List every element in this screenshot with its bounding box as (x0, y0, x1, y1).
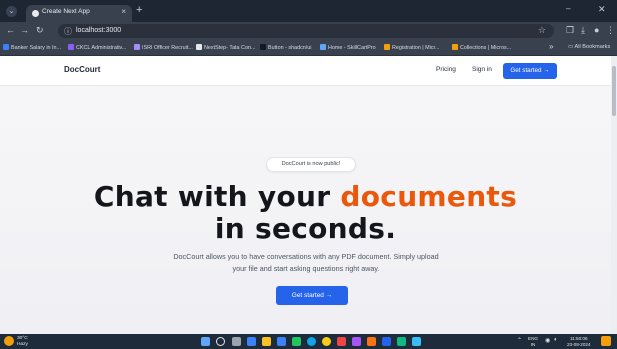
weather-icon[interactable] (4, 336, 14, 346)
start-windows-icon[interactable] (201, 337, 210, 346)
bookmark-favicon-icon (3, 44, 9, 50)
announcement-badge: DocCourt is now public! (266, 157, 356, 172)
window-close-icon[interactable]: ✕ (598, 4, 606, 15)
weather-widget[interactable]: 30°C Hazy (17, 336, 28, 347)
bookmark-item[interactable]: NextStep- Tata Con... (196, 44, 255, 51)
weather-temp: 30°C (17, 336, 28, 341)
bookmark-favicon-icon (134, 44, 140, 50)
tab-title: Create Next App (42, 8, 90, 15)
bookmark-favicon-icon (452, 44, 458, 50)
nav-pricing-link[interactable]: Pricing (436, 66, 456, 73)
bookmark-star-icon[interactable]: ☆ (538, 25, 546, 36)
back-icon[interactable]: ← (6, 25, 15, 35)
reload-icon[interactable]: ↻ (36, 25, 44, 36)
clock-date: 23-08-2024 (567, 341, 591, 347)
nav-get-started-button[interactable]: Get started → (503, 63, 557, 79)
store-icon[interactable] (277, 337, 286, 346)
clock[interactable]: 11:50:06 23-08-2024 (567, 336, 591, 347)
volume-icon[interactable]: ◐ (554, 337, 558, 343)
bookmark-label: Banker Salary in In... (11, 45, 62, 51)
bookmark-item[interactable]: Home - SkillCartPro (320, 44, 376, 51)
app-icon-green[interactable] (292, 337, 301, 346)
browser-tab[interactable]: Create Next App × (26, 5, 132, 22)
app-icon-purple[interactable] (352, 337, 361, 346)
all-bookmarks-label: All Bookmarks (574, 44, 611, 50)
app-icon-teal[interactable] (397, 337, 406, 346)
tab-close-icon[interactable]: × (121, 7, 126, 16)
profile-icon[interactable]: ● (594, 25, 599, 35)
bookmark-label: Button - shadcn/ui (268, 45, 312, 51)
new-tab-button[interactable]: + (136, 4, 142, 16)
bookmark-item[interactable]: ISRI Officer Recruit... (134, 44, 193, 51)
bookmark-item[interactable]: Button - shadcn/ui (260, 44, 311, 51)
minimize-icon[interactable]: – (566, 4, 570, 13)
scrollbar-thumb[interactable] (612, 66, 616, 116)
bookmark-favicon-icon (384, 44, 390, 50)
vscode-icon[interactable] (412, 337, 421, 346)
site-info-icon[interactable]: ⓘ (64, 26, 72, 37)
chrome-icon[interactable] (322, 337, 331, 346)
bookmark-item[interactable]: Collections | Micros... (452, 44, 511, 51)
language-bottom: IN (530, 341, 536, 347)
browser-tab-strip: ⌄ Create Next App × + – ✕ (0, 0, 617, 22)
bookmark-item[interactable]: CKCL Administrativ... (68, 44, 126, 51)
forward-icon[interactable]: → (20, 25, 29, 35)
brand-logo[interactable]: DocCourt (64, 65, 100, 74)
app-icon-blue[interactable] (382, 337, 391, 346)
headline-part1: Chat with your (93, 180, 341, 213)
headline-part2: in seconds. (214, 212, 397, 245)
extensions-icon[interactable]: ❐ (566, 25, 574, 36)
edge-icon[interactable] (307, 337, 316, 346)
bookmark-favicon-icon (320, 44, 326, 50)
address-bar[interactable]: ⓘ localhost:3000 ☆ (58, 24, 554, 38)
bookmark-favicon-icon (196, 44, 202, 50)
bookmark-label: Collections | Micros... (460, 45, 512, 51)
bookmark-label: Home - SkillCartPro (328, 45, 376, 51)
web-page: DocCourt Pricing Sign in Get started → D… (0, 56, 617, 334)
app-icon-red[interactable] (337, 337, 346, 346)
download-icon[interactable]: ⤓ (581, 25, 585, 36)
address-url[interactable]: localhost:3000 (76, 27, 121, 34)
bookmark-favicon-icon (260, 44, 266, 50)
os-taskbar: 30°C Hazy ⌃ ENG IN ◉ ◐ 11:50:06 23-08-20… (0, 334, 617, 349)
bookmark-favicon-icon (68, 44, 74, 50)
bookmark-label: NextStep- Tata Con... (204, 45, 256, 51)
file-explorer-icon[interactable] (262, 337, 271, 346)
wifi-icon[interactable]: ◉ (545, 337, 550, 344)
hero-headline: Chat with your documents in seconds. (0, 181, 611, 245)
language-top: ENG (528, 336, 538, 341)
headline-highlight: documents (340, 180, 518, 213)
browser-toolbar: ← → ↻ ⓘ localhost:3000 ☆ ❐ ⤓ ● ⋮ (0, 22, 617, 40)
weather-desc: Hazy (17, 341, 28, 347)
nav-sign-in-link[interactable]: Sign in (472, 66, 492, 73)
bookmark-label: ISRI Officer Recruit... (142, 45, 193, 51)
tab-favicon-icon (32, 10, 39, 17)
tab-search-icon[interactable]: ⌄ (6, 6, 17, 17)
app-icon-orange[interactable] (367, 337, 376, 346)
bookmarks-overflow-icon[interactable]: » (549, 42, 553, 51)
notification-icon[interactable] (601, 336, 611, 346)
tray-chevron-icon[interactable]: ⌃ (517, 337, 522, 344)
language-indicator[interactable]: ENG IN (528, 336, 538, 347)
bookmark-item[interactable]: Banker Salary in In... (3, 44, 61, 51)
menu-kebab-icon[interactable]: ⋮ (606, 25, 615, 36)
widgets-icon[interactable] (247, 337, 256, 346)
bookmark-label: CKCL Administrativ... (76, 45, 127, 51)
search-icon[interactable] (216, 337, 225, 346)
site-navbar: DocCourt Pricing Sign in Get started → (0, 56, 611, 86)
all-bookmarks-button[interactable]: ▭ All Bookmarks (568, 44, 610, 50)
bookmark-label: Registration | Micr... (392, 45, 440, 51)
page-scrollbar[interactable] (611, 56, 617, 334)
bookmark-item[interactable]: Registration | Micr... (384, 44, 440, 51)
clock-time: 11:50:06 (569, 336, 588, 341)
bookmarks-bar: » ▭ All Bookmarks Banker Salary in In...… (0, 40, 617, 56)
task-view-icon[interactable] (232, 337, 241, 346)
hero-get-started-button[interactable]: Get started → (276, 286, 348, 305)
hero-description: DocCourt allows you to have conversation… (173, 252, 439, 273)
